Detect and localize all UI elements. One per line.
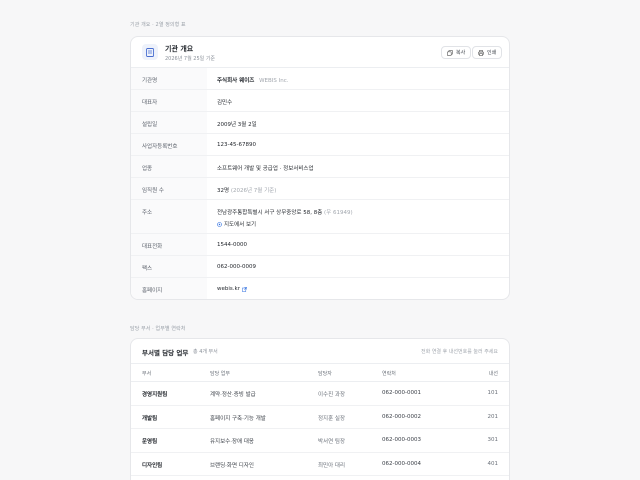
print-icon <box>478 49 484 56</box>
org-english-name: WEBIS Inc. <box>259 78 289 84</box>
row-address: 주소 전남광주통합특별시 서구 상무중앙로 58, 8층 (우 61949) 지… <box>131 200 509 234</box>
founded-value: 2009년 3월 2일 <box>217 122 257 128</box>
dept-duty: 홈페이지 구축·기능 개발 <box>210 415 266 422</box>
row-fax: 팩스 062-000-0009 <box>131 256 509 278</box>
table-header: 부서 담당 업무 담당자 연락처 내선 <box>131 364 509 382</box>
row-label: 사업자등록번호 <box>131 134 207 155</box>
address-value: 전남광주통합특별시 서구 상무중앙로 58, 8층 <box>217 210 323 216</box>
copy-icon <box>447 49 453 56</box>
dept-extension: 301 <box>487 437 499 443</box>
map-link[interactable]: 지도에서 보기 <box>217 220 256 228</box>
phone-value: 1544-0000 <box>217 242 247 248</box>
document-icon <box>142 44 158 60</box>
dept-phone: 062-000-0004 <box>382 460 421 467</box>
row-homepage: 홈페이지 webis.kr <box>131 278 509 299</box>
departments-header: 부서별 담당 업무 총 4개 부서 전화 연결 후 내선번호를 눌러 주세요 <box>131 339 509 364</box>
location-pin-icon <box>217 221 222 227</box>
row-value-wrap: 주식회사 웨이즈 WEBIS Inc. <box>217 76 289 84</box>
row-founded: 설립일 2009년 3월 2일 <box>131 112 509 134</box>
row-ceo: 대표자 김민수 <box>131 90 509 112</box>
postal-code: (우 61949) <box>324 210 353 216</box>
dept-extension: 101 <box>487 390 499 396</box>
dept-phone: 062-000-0003 <box>382 437 421 443</box>
employees-value: 32명 <box>217 188 230 194</box>
employees-value-wrap: 32명 (2026년 7월 기준) <box>217 186 276 194</box>
row-label: 임직원 수 <box>131 178 207 199</box>
industry-value: 소프트웨어 개발 및 공급업 · 정보서비스업 <box>217 166 314 172</box>
row-label: 설립일 <box>131 112 207 133</box>
row-phone: 대표전화 1544-0000 <box>131 234 509 256</box>
business-number-value: 123-45-67890 <box>217 142 256 148</box>
row-business-number: 사업자등록번호 123-45-67890 <box>131 134 509 156</box>
copy-button[interactable]: 복사 <box>441 46 472 59</box>
departments-title: 부서별 담당 업무 <box>142 349 189 357</box>
row-label: 대표자 <box>131 90 207 111</box>
col-header-duty: 담당 업무 <box>210 371 230 377</box>
dept-name: 운영팀 <box>142 439 158 445</box>
col-header-contact: 연락처 <box>382 371 396 377</box>
table-body: 경영지원팀 계약·정산·증빙 발급 이수진 과장 062-000-0001 10… <box>131 382 509 476</box>
overview-definition-list: 기관명 주식회사 웨이즈 WEBIS Inc. 대표자 김민수 설립일 2009… <box>131 68 509 299</box>
dept-manager: 이수진 과장 <box>318 392 346 398</box>
dept-extension: 401 <box>487 460 499 467</box>
employees-note: (2026년 7월 기준) <box>230 188 277 194</box>
card-subtitle: 2026년 7월 25일 기준 <box>165 56 216 62</box>
row-label: 팩스 <box>131 256 207 277</box>
card-title: 기관 개요 <box>165 45 194 53</box>
section-label-departments: 담당 부서 · 업무별 연락처 <box>130 326 186 332</box>
overview-card: 기관 개요 2026년 7월 25일 기준 복사 인쇄 기관명 주식회사 웨이즈… <box>130 36 510 300</box>
dept-manager: 박서연 팀장 <box>318 439 346 445</box>
dept-name: 경영지원팀 <box>142 392 168 398</box>
dept-extension: 201 <box>487 413 499 420</box>
row-industry: 업종 소프트웨어 개발 및 공급업 · 정보서비스업 <box>131 156 509 178</box>
dept-phone: 062-000-0001 <box>382 390 421 396</box>
print-button[interactable]: 인쇄 <box>472 46 503 59</box>
homepage-link-label: webis.kr <box>217 286 240 292</box>
address-value-wrap: 전남광주통합특별시 서구 상무중앙로 58, 8층 (우 61949) <box>217 208 353 216</box>
homepage-link[interactable]: webis.kr <box>217 286 247 292</box>
dept-manager: 최민아 대리 <box>318 462 346 469</box>
section-label-overview: 기관 개요 · 2열 정의형 표 <box>130 22 186 28</box>
extension-hint: 전화 연결 후 내선번호를 눌러 주세요 <box>421 349 498 355</box>
dept-duty: 계약·정산·증빙 발급 <box>210 392 256 398</box>
dept-phone: 062-000-0002 <box>382 413 421 420</box>
table-row: 개발팀 홈페이지 구축·기능 개발 정지훈 실장 062-000-0002 20… <box>131 406 509 429</box>
dept-duty: 브랜딩·화면 디자인 <box>210 462 254 469</box>
print-button-label: 인쇄 <box>487 50 497 56</box>
copy-button-label: 복사 <box>456 50 466 56</box>
dept-manager: 정지훈 실장 <box>318 415 346 422</box>
row-label: 주소 <box>131 200 207 233</box>
ceo-value: 김민수 <box>217 100 233 106</box>
org-name: 주식회사 웨이즈 <box>217 78 255 84</box>
row-org-name: 기관명 주식회사 웨이즈 WEBIS Inc. <box>131 68 509 90</box>
dept-duty: 유지보수·장애 대응 <box>210 439 254 445</box>
row-label: 기관명 <box>131 68 207 89</box>
overview-card-header: 기관 개요 2026년 7월 25일 기준 복사 인쇄 <box>131 37 509 68</box>
external-link-icon <box>242 286 247 292</box>
row-label: 홈페이지 <box>131 278 207 299</box>
table-row: 운영팀 유지보수·장애 대응 박서연 팀장 062-000-0003 301 <box>131 429 509 453</box>
fax-value: 062-000-0009 <box>217 264 256 270</box>
col-header-dept: 부서 <box>142 371 152 377</box>
row-label: 업종 <box>131 156 207 177</box>
dept-name: 디자인팀 <box>142 462 163 469</box>
col-header-extension: 내선 <box>488 371 498 377</box>
table-row: 경영지원팀 계약·정산·증빙 발급 이수진 과장 062-000-0001 10… <box>131 382 509 406</box>
table-row: 디자인팀 브랜딩·화면 디자인 최민아 대리 062-000-0004 401 <box>131 453 509 476</box>
dept-name: 개발팀 <box>142 415 158 422</box>
map-link-label: 지도에서 보기 <box>224 222 257 228</box>
departments-count: 총 4개 부서 <box>193 349 218 355</box>
departments-card: 부서별 담당 업무 총 4개 부서 전화 연결 후 내선번호를 눌러 주세요 부… <box>130 338 510 480</box>
row-employees: 임직원 수 32명 (2026년 7월 기준) <box>131 178 509 200</box>
row-label: 대표전화 <box>131 234 207 255</box>
col-header-manager: 담당자 <box>318 371 332 377</box>
